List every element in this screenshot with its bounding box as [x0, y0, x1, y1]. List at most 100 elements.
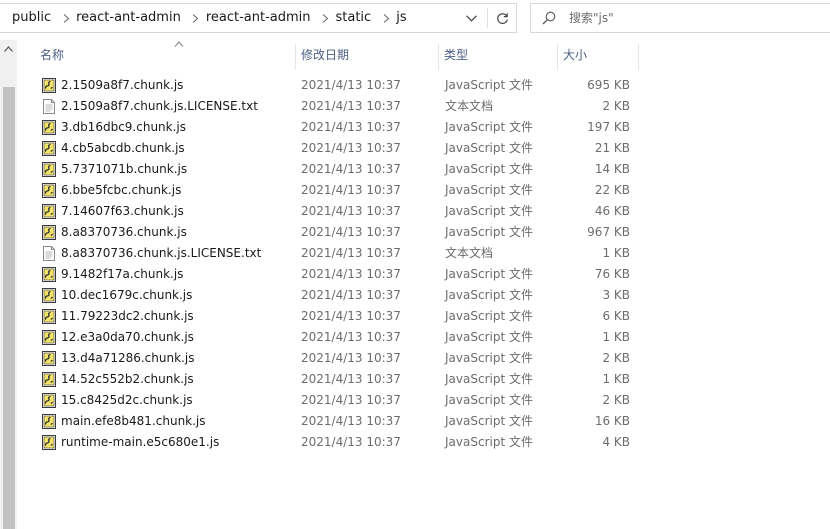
file-modified-date: 2021/4/13 10:37 — [301, 351, 401, 365]
file-explorer-window: public react-ant-admin react-ant-admin s… — [0, 0, 830, 529]
file-size: 76 KB — [594, 267, 630, 281]
search-box[interactable] — [530, 3, 830, 33]
file-row[interactable]: 15.c8425d2c.chunk.js 2021/4/13 10:37 JavaS… — [17, 390, 830, 411]
breadcrumb-item-react-ant-admin[interactable]: react-ant-admin — [74, 4, 188, 32]
file-name: 9.1482f17a.chunk.js — [61, 267, 184, 281]
js-file-icon — [42, 183, 56, 198]
file-size: 16 KB — [594, 414, 630, 428]
file-name: 15.c8425d2c.chunk.js — [61, 393, 193, 407]
scroll-up-button[interactable] — [0, 40, 17, 57]
chevron-right-icon[interactable] — [378, 4, 394, 32]
file-row[interactable]: 12.e3a0da70.chunk.js 2021/4/13 10:37 JavaS… — [17, 327, 830, 348]
file-size: 21 KB — [594, 141, 630, 155]
breadcrumb-item-js[interactable]: js — [394, 4, 413, 32]
file-type: JavaScript 文件 — [445, 162, 533, 176]
breadcrumb-item-public[interactable]: public — [0, 4, 58, 32]
search-input[interactable] — [569, 6, 819, 30]
file-name: 3.db16dbc9.chunk.js — [61, 120, 186, 134]
chevron-right-icon[interactable] — [58, 4, 74, 32]
chevron-down-icon — [465, 14, 477, 22]
file-size: 1 KB — [602, 330, 630, 344]
file-modified-date: 2021/4/13 10:37 — [301, 393, 401, 407]
file-modified-date: 2021/4/13 10:37 — [301, 435, 401, 449]
file-modified-date: 2021/4/13 10:37 — [301, 78, 401, 92]
file-name: 11.79223dc2.chunk.js — [61, 309, 194, 323]
breadcrumb-item-react-ant-admin-2[interactable]: react-ant-admin — [204, 4, 318, 32]
file-size: 3 KB — [602, 288, 630, 302]
js-file-icon — [42, 78, 56, 93]
js-file-icon — [42, 435, 56, 450]
js-file-icon — [42, 330, 56, 345]
file-row[interactable]: 9.1482f17a.chunk.js 2021/4/13 10:37 JavaSc… — [17, 264, 830, 285]
file-name: 5.7371071b.chunk.js — [61, 162, 188, 176]
file-type: JavaScript 文件 — [445, 435, 533, 449]
js-file-icon — [42, 372, 56, 387]
file-name: 7.14607f63.chunk.js — [61, 204, 184, 218]
file-row[interactable]: 7.14607f63.chunk.js 2021/4/13 10:37 JavaSc… — [17, 201, 830, 222]
search-icon — [542, 11, 556, 25]
text-file-icon — [43, 246, 55, 261]
file-type: JavaScript 文件 — [445, 414, 533, 428]
file-modified-date: 2021/4/13 10:37 — [301, 183, 401, 197]
file-size: 22 KB — [594, 183, 630, 197]
file-row[interactable]: 2.1509a8f7.chunk.js.LICENSE.txt 2021/4/13… — [17, 96, 830, 117]
file-row[interactable]: 5.7371071b.chunk.js 2021/4/13 10:37 JavaSc… — [17, 159, 830, 180]
file-modified-date: 2021/4/13 10:37 — [301, 225, 401, 239]
file-row[interactable]: 11.79223dc2.chunk.js 2021/4/13 10:37 JavaS… — [17, 306, 830, 327]
file-size: 4 KB — [602, 435, 630, 449]
file-type: JavaScript 文件 — [445, 393, 533, 407]
file-size: 6 KB — [602, 309, 630, 323]
breadcrumb-item-static[interactable]: static — [334, 4, 379, 32]
js-file-icon — [42, 204, 56, 219]
file-row[interactable]: runtime-main.e5c680e1.js 2021/4/13 10:37 J… — [17, 432, 830, 453]
column-divider[interactable] — [638, 44, 639, 70]
file-name: 14.52c552b2.chunk.js — [61, 372, 194, 386]
file-row[interactable]: 13.d4a71286.chunk.js 2021/4/13 10:37 JavaS… — [17, 348, 830, 369]
file-modified-date: 2021/4/13 10:37 — [301, 99, 401, 113]
column-header-name[interactable]: 名称 — [35, 40, 295, 70]
file-type: JavaScript 文件 — [445, 288, 533, 302]
file-name: 10.dec1679c.chunk.js — [61, 288, 193, 302]
file-name: 4.cb5abcdb.chunk.js — [61, 141, 185, 155]
file-size: 14 KB — [594, 162, 630, 176]
file-row[interactable]: 14.52c552b2.chunk.js 2021/4/13 10:37 JavaS… — [17, 369, 830, 390]
file-row[interactable]: 8.a8370736.chunk.js.LICENSE.txt 2021/4/13… — [17, 243, 830, 264]
file-size: 1 KB — [602, 372, 630, 386]
file-name: main.efe8b481.chunk.js — [61, 414, 206, 428]
file-modified-date: 2021/4/13 10:37 — [301, 162, 401, 176]
file-size: 197 KB — [587, 120, 630, 134]
chevron-right-icon[interactable] — [318, 4, 334, 32]
file-type: JavaScript 文件 — [445, 372, 533, 386]
address-divider — [487, 8, 488, 28]
text-file-icon — [43, 99, 55, 114]
file-type: JavaScript 文件 — [445, 183, 533, 197]
file-modified-date: 2021/4/13 10:37 — [301, 141, 401, 155]
file-row[interactable]: 10.dec1679c.chunk.js 2021/4/13 10:37 JavaS… — [17, 285, 830, 306]
file-modified-date: 2021/4/13 10:37 — [301, 204, 401, 218]
scrollbar-thumb[interactable] — [3, 87, 15, 529]
file-modified-date: 2021/4/13 10:37 — [301, 309, 401, 323]
chevron-up-icon — [4, 45, 13, 52]
file-row[interactable]: 2.1509a8f7.chunk.js 2021/4/13 10:37 JavaSc… — [17, 75, 830, 96]
address-bar[interactable]: public react-ant-admin react-ant-admin s… — [0, 3, 517, 33]
chevron-right-icon[interactable] — [188, 4, 204, 32]
file-row[interactable]: 6.bbe5fcbc.chunk.js 2021/4/13 10:37 JavaSc… — [17, 180, 830, 201]
file-type: 文本文档 — [445, 246, 494, 260]
column-header-size[interactable]: 大小 — [558, 40, 638, 70]
file-row[interactable]: 4.cb5abcdb.chunk.js 2021/4/13 10:37 JavaSc… — [17, 138, 830, 159]
file-row[interactable]: 3.db16dbc9.chunk.js 2021/4/13 10:37 JavaSc… — [17, 117, 830, 138]
file-type: JavaScript 文件 — [445, 330, 533, 344]
file-row[interactable]: main.efe8b481.chunk.js 2021/4/13 10:37 Jav… — [17, 411, 830, 432]
file-type: JavaScript 文件 — [445, 204, 533, 218]
column-header-date[interactable]: 修改日期 — [296, 40, 438, 70]
js-file-icon — [42, 288, 56, 303]
column-headers: 名称 修改日期 类型 大小 — [17, 40, 830, 70]
file-row[interactable]: 8.a8370736.chunk.js 2021/4/13 10:37 JavaSc… — [17, 222, 830, 243]
file-modified-date: 2021/4/13 10:37 — [301, 246, 401, 260]
breadcrumb: public react-ant-admin react-ant-admin s… — [0, 4, 414, 32]
file-name: runtime-main.e5c680e1.js — [61, 435, 220, 449]
refresh-button[interactable] — [489, 4, 516, 32]
column-header-type[interactable]: 类型 — [439, 40, 557, 70]
vertical-scrollbar[interactable] — [0, 40, 17, 529]
address-history-dropdown[interactable] — [458, 4, 484, 32]
